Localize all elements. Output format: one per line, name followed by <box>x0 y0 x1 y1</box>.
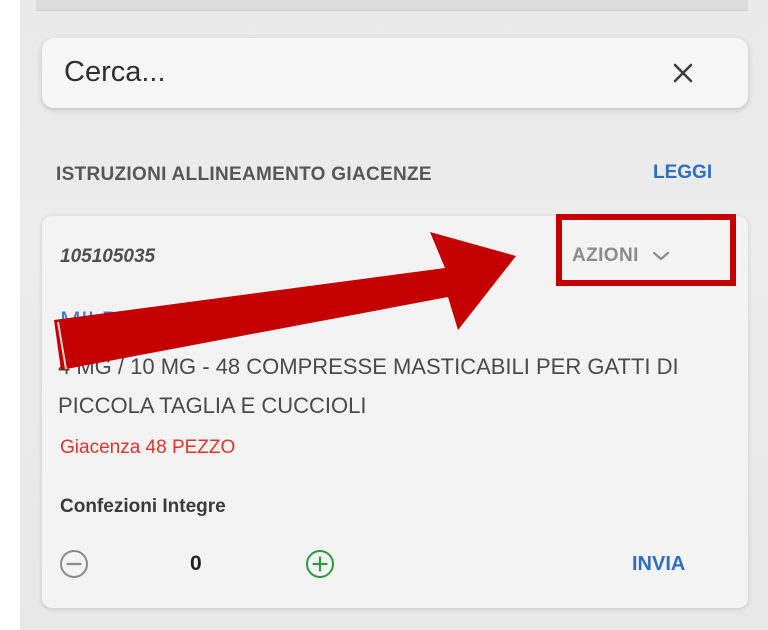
packages-label: Confezioni Integre <box>60 496 226 517</box>
product-name-link[interactable]: MILBEMAX VET <box>60 307 245 336</box>
plus-circle-icon[interactable] <box>304 548 336 580</box>
minus-circle-icon[interactable] <box>58 548 90 580</box>
search-input[interactable]: Cerca... <box>64 56 166 89</box>
read-link[interactable]: LEGGI <box>653 162 712 184</box>
stock-quantity: Giacenza 48 PEZZO <box>60 437 236 458</box>
section-title: ISTRUZIONI ALLINEAMENTO GIACENZE <box>56 164 432 185</box>
product-description: 4 MG / 10 MG - 48 COMPRESSE MASTICABILI … <box>58 354 679 418</box>
annotation-highlight-box <box>556 214 736 286</box>
search-bar[interactable]: Cerca... <box>42 38 748 108</box>
close-icon[interactable] <box>668 58 698 88</box>
product-code: 105105035 <box>60 246 156 267</box>
quantity-value: 0 <box>190 552 202 575</box>
top-edge-strip <box>36 0 748 11</box>
send-button[interactable]: INVIA <box>632 553 685 576</box>
